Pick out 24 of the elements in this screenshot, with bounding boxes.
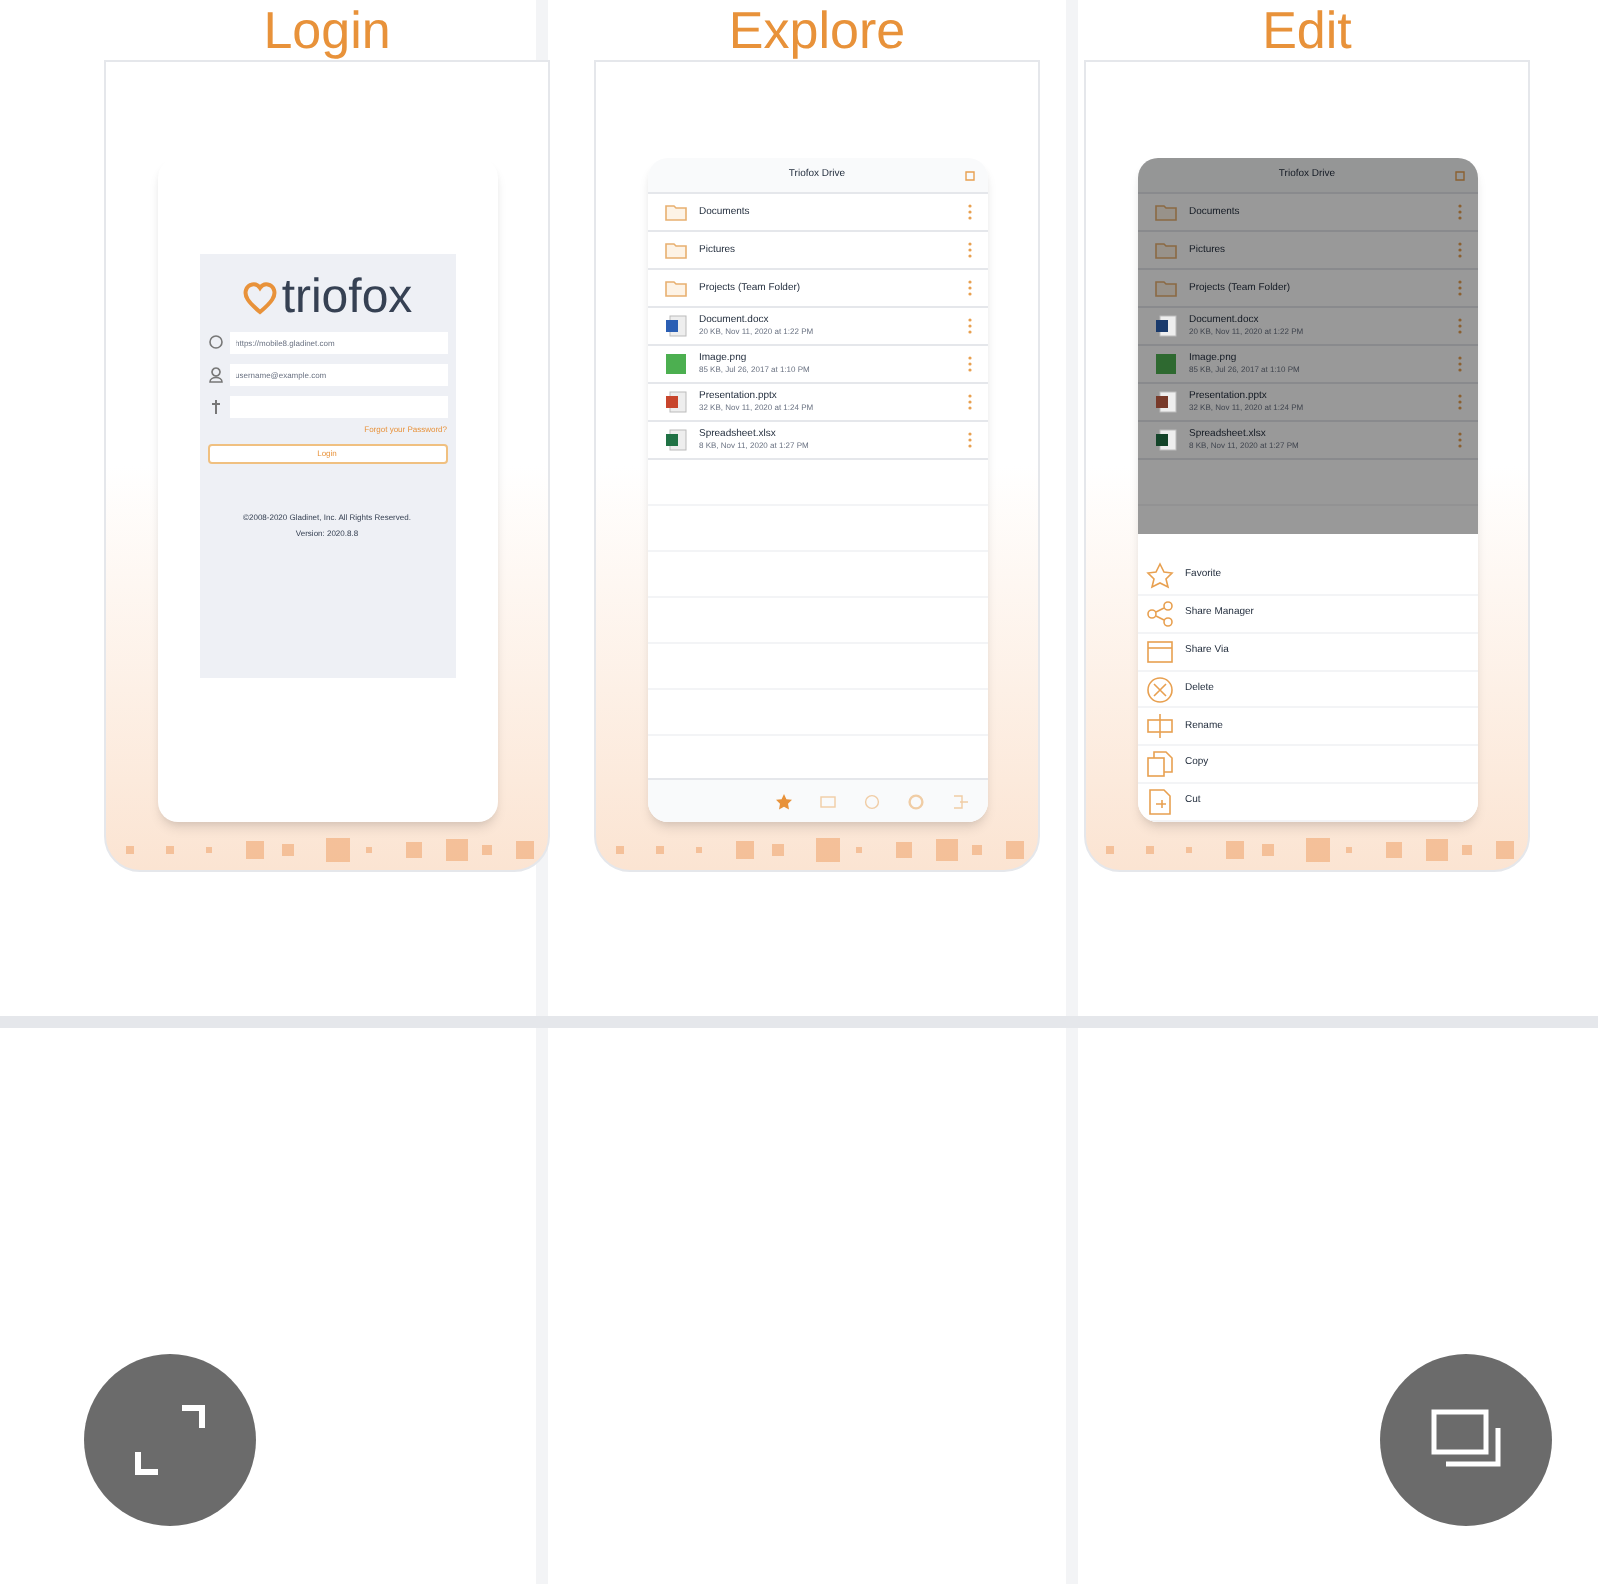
folder-icon	[1153, 278, 1177, 298]
favorite-icon	[1145, 561, 1173, 590]
logo-text: triofox	[281, 274, 413, 322]
user-icon	[207, 366, 223, 384]
cut-icon	[1145, 788, 1173, 817]
folder-icon	[663, 202, 687, 222]
sort-icon	[963, 169, 975, 181]
panel-title: Edit	[1262, 0, 1352, 60]
sort-icon	[1453, 169, 1465, 181]
windows-icon	[1430, 1408, 1502, 1472]
panel-title: Login	[263, 0, 391, 60]
heart-logo-icon	[241, 280, 278, 316]
expand-icon	[130, 1400, 210, 1480]
folder-icon	[663, 278, 687, 298]
rename-icon	[1145, 712, 1173, 741]
delete-icon	[1145, 675, 1173, 703]
folder-icon	[663, 240, 687, 260]
folder-icon	[1153, 240, 1177, 260]
panel-title: Explore	[728, 0, 906, 60]
copy-icon	[1145, 750, 1173, 779]
folder-icon	[1153, 202, 1177, 222]
sharevia-icon	[1145, 637, 1173, 666]
tab-button[interactable]	[775, 793, 791, 809]
share-icon	[1145, 599, 1173, 628]
